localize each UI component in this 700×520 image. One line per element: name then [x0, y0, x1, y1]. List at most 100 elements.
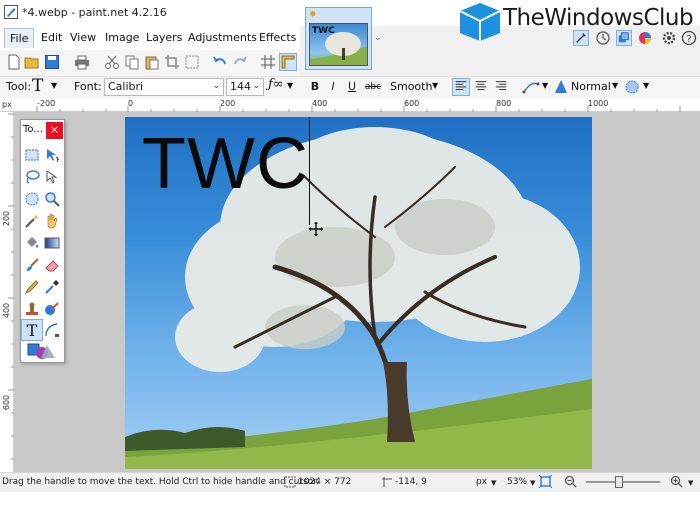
help-icon[interactable]: ?	[681, 30, 697, 46]
move-selection-icon[interactable]	[44, 169, 60, 185]
antialiasing-select[interactable]: Smooth	[390, 80, 432, 93]
chevron-down-icon[interactable]: ⌄	[374, 33, 382, 43]
settings-gear-icon[interactable]	[661, 30, 677, 46]
zoom-options-chevron-icon[interactable]: ▼	[688, 479, 693, 487]
selection-clipping-icon[interactable]	[624, 79, 640, 95]
align-center-button[interactable]	[472, 78, 490, 96]
ruler-tick-label: 400	[2, 302, 12, 319]
text-tool-icon[interactable]: T	[21, 319, 43, 341]
blend-mode-icon[interactable]	[553, 79, 569, 95]
ruler-tick-label: 800	[496, 99, 512, 108]
pencil-icon[interactable]	[24, 279, 40, 295]
color-picker-icon[interactable]	[44, 279, 60, 295]
zoom-chevron-icon[interactable]: ▼	[530, 479, 535, 487]
zoom-slider-track[interactable]	[586, 481, 660, 483]
cursor-position: -114, 9	[395, 477, 427, 487]
units-chevron-icon[interactable]: ▼	[491, 479, 496, 487]
font-family-value: Calibri	[108, 80, 144, 93]
zoom-in-icon[interactable]	[670, 475, 683, 488]
crop-to-selection-icon[interactable]	[164, 54, 180, 70]
align-right-button[interactable]	[492, 78, 510, 96]
undo-icon[interactable]	[212, 54, 228, 70]
paste-icon[interactable]	[144, 54, 160, 70]
print-icon[interactable]	[74, 54, 90, 70]
new-file-icon[interactable]	[6, 54, 22, 70]
rectangle-select-icon[interactable]	[24, 147, 40, 163]
zoom-out-icon[interactable]	[564, 475, 577, 488]
menu-view[interactable]: View	[65, 28, 101, 48]
italic-button[interactable]: I	[324, 78, 342, 96]
move-handle-icon[interactable]	[309, 222, 323, 236]
menu-adjustments[interactable]: Adjustments	[183, 28, 262, 48]
font-label: Font:	[74, 80, 102, 93]
clone-stamp-icon[interactable]	[24, 301, 40, 317]
gradient-icon[interactable]	[44, 235, 60, 251]
ruler-tick-label: 600	[2, 394, 12, 411]
tools-window-toggle-icon[interactable]	[573, 30, 589, 46]
blend-mode-chevron-icon[interactable]: ▼	[612, 81, 618, 90]
thumbnail-label: TWC	[312, 26, 335, 36]
canvas-overlay-text[interactable]: TWC	[142, 128, 309, 200]
paint-bucket-icon[interactable]	[24, 235, 40, 251]
blend-mode-select[interactable]: Normal	[571, 80, 611, 93]
zoom-slider-thumb[interactable]	[615, 476, 623, 488]
svg-text:?: ?	[686, 34, 691, 45]
ruler-ticks	[8, 113, 14, 460]
antialiasing-mode-icon[interactable]	[522, 79, 540, 95]
open-folder-icon[interactable]	[24, 54, 40, 70]
layers-icon[interactable]	[616, 30, 632, 46]
window-title: *4.webp - paint.net 4.2.16	[22, 6, 167, 19]
tool-label: Tool:	[6, 80, 32, 93]
zoom-icon[interactable]	[44, 191, 60, 207]
history-icon[interactable]	[595, 30, 611, 46]
move-selected-pixels-icon[interactable]	[44, 147, 60, 163]
copy-icon[interactable]	[124, 54, 140, 70]
thewindowsclub-logo	[459, 3, 501, 41]
bold-button[interactable]: B	[306, 78, 324, 96]
menu-image[interactable]: Image	[100, 28, 144, 48]
paintbrush-icon[interactable]	[24, 257, 40, 273]
save-icon[interactable]	[44, 54, 60, 70]
grid-icon[interactable]	[260, 54, 276, 70]
menu-effects[interactable]: Effects	[254, 28, 301, 48]
antialias-chevron-icon[interactable]: ▼	[432, 81, 438, 90]
eraser-icon[interactable]	[44, 257, 60, 273]
ellipse-select-icon[interactable]	[24, 191, 40, 207]
clipping-chevron-icon[interactable]: ▼	[643, 81, 649, 90]
recolor-icon[interactable]	[44, 301, 60, 317]
watermark-text: TheWindowsClub	[503, 5, 694, 31]
underline-button[interactable]: U	[343, 78, 361, 96]
units-select[interactable]: px	[476, 477, 487, 487]
ruler-tick-label: 200	[2, 210, 12, 227]
cut-icon[interactable]	[104, 54, 120, 70]
menu-file[interactable]: File	[4, 28, 35, 48]
align-center-icon	[475, 81, 487, 91]
magic-wand-icon[interactable]	[24, 213, 40, 229]
rendering-chevron-icon[interactable]: ▼	[287, 81, 293, 90]
antialias-mode-chevron-icon[interactable]: ▼	[542, 81, 548, 90]
image-size: 1024 × 772	[298, 477, 352, 487]
redo-icon[interactable]	[232, 54, 248, 70]
bottom-margin	[0, 492, 700, 520]
tools-window-title: To...	[23, 124, 43, 135]
menu-layers[interactable]: Layers	[141, 28, 187, 48]
shapes-icon[interactable]	[27, 342, 57, 360]
align-left-button[interactable]	[452, 78, 470, 96]
ruler-toggle-icon[interactable]	[279, 53, 297, 71]
font-rendering-icon[interactable]: ƒ∞	[268, 77, 284, 92]
tool-dropdown-chevron-icon[interactable]: ▼	[51, 81, 57, 90]
tools-window-close-button[interactable]: ×	[46, 122, 63, 139]
font-family-select[interactable]: Calibri ⌄	[104, 78, 224, 96]
line-curve-icon[interactable]	[44, 322, 60, 338]
menu-edit[interactable]: Edit	[36, 28, 67, 48]
font-size-select[interactable]: 144 ⌄	[226, 78, 264, 96]
pan-hand-icon[interactable]	[44, 213, 60, 229]
text-tool-icon[interactable]: T	[32, 76, 43, 96]
align-right-icon	[495, 81, 507, 91]
colors-icon[interactable]	[637, 30, 653, 46]
deselect-icon[interactable]	[184, 54, 200, 70]
lasso-select-icon[interactable]	[24, 169, 40, 185]
strikethrough-button[interactable]: abc	[362, 78, 384, 96]
zoom-to-window-icon[interactable]	[539, 475, 552, 488]
zoom-level[interactable]: 53%	[507, 477, 527, 487]
